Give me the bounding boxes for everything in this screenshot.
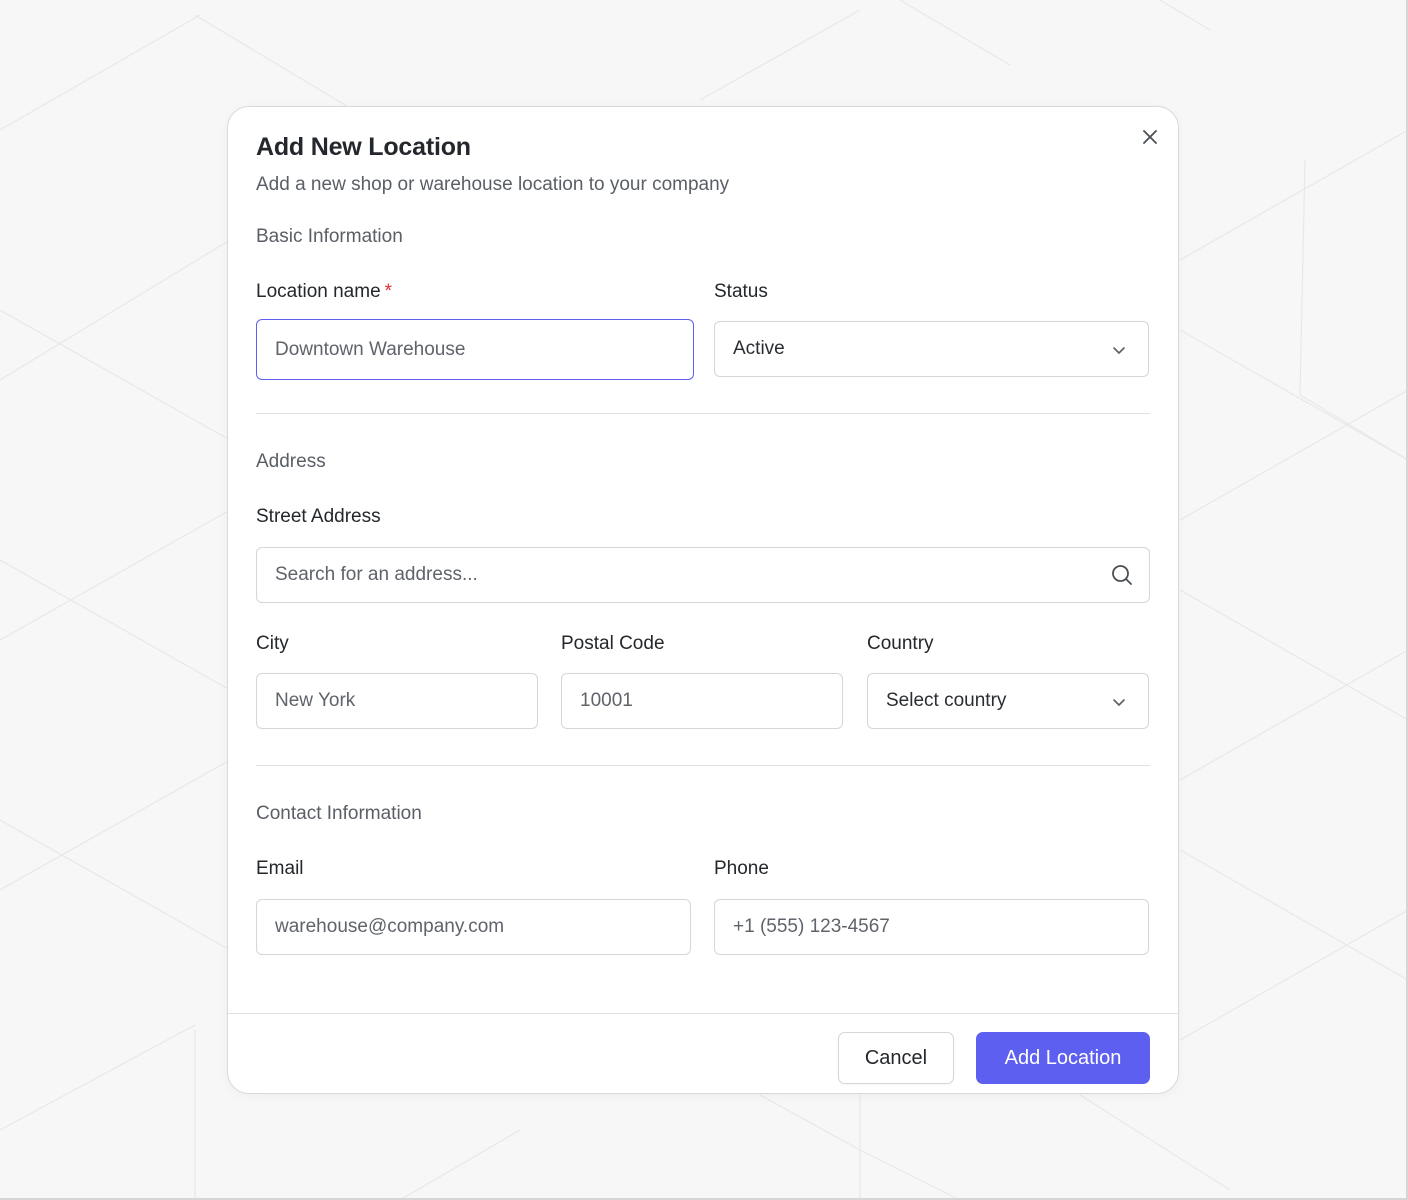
status-value: Active — [733, 338, 785, 359]
section-divider — [256, 765, 1150, 766]
street-address-search — [256, 547, 1150, 603]
email-label: Email — [256, 858, 304, 879]
chevron-down-icon — [1113, 347, 1125, 354]
section-divider — [256, 413, 1150, 414]
phone-label: Phone — [714, 858, 769, 879]
street-address-input[interactable] — [256, 547, 1150, 603]
street-address-label: Street Address — [256, 506, 381, 527]
cancel-button[interactable]: Cancel — [838, 1032, 954, 1084]
section-contact-information: Contact Information — [256, 803, 422, 824]
location-name-label: Location name * — [256, 281, 392, 303]
country-select[interactable]: Select country — [867, 673, 1149, 729]
close-button[interactable] — [1138, 125, 1162, 149]
search-icon[interactable] — [1110, 563, 1134, 587]
postal-code-label: Postal Code — [561, 633, 665, 654]
section-basic-information: Basic Information — [256, 226, 403, 247]
section-address: Address — [256, 451, 326, 472]
email-input[interactable] — [256, 899, 691, 955]
country-value: Select country — [886, 690, 1007, 711]
city-label: City — [256, 633, 289, 654]
required-marker: * — [384, 281, 393, 302]
postal-code-input[interactable] — [561, 673, 843, 729]
close-icon — [1143, 130, 1157, 144]
dialog-subtitle: Add a new shop or warehouse location to … — [256, 174, 730, 195]
add-location-button[interactable]: Add Location — [976, 1032, 1150, 1084]
country-label: Country — [867, 633, 934, 654]
add-location-dialog: Add New Location Add a new shop or wareh… — [227, 106, 1179, 1094]
status-label: Status — [714, 281, 768, 302]
status-select[interactable]: Active — [714, 321, 1149, 377]
city-input[interactable] — [256, 673, 538, 729]
footer-divider — [228, 1013, 1178, 1014]
phone-input[interactable] — [714, 899, 1149, 955]
dialog-title: Add New Location — [256, 133, 471, 161]
location-name-label-text: Location name — [256, 281, 381, 302]
chevron-down-icon — [1113, 699, 1125, 706]
location-name-input[interactable] — [256, 319, 694, 380]
